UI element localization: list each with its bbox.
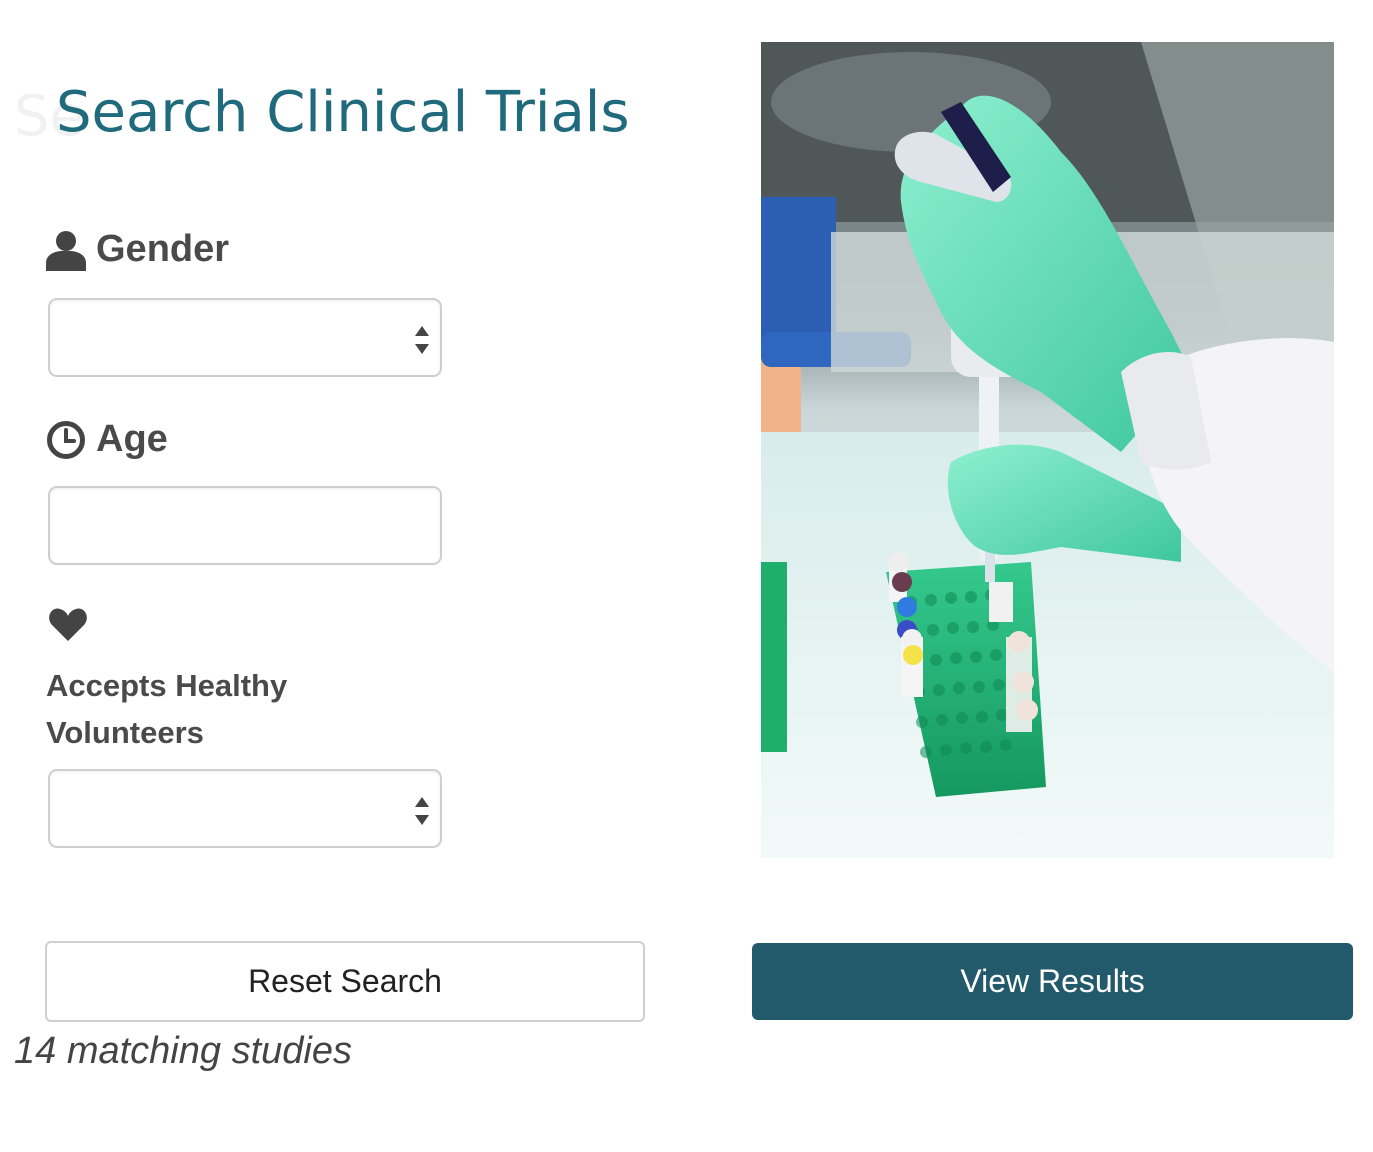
- heart-icon: [49, 608, 87, 641]
- age-input-field[interactable]: [50, 488, 440, 563]
- reset-search-button[interactable]: Reset Search: [45, 941, 645, 1022]
- person-icon: [46, 230, 86, 271]
- select-arrows-icon: [415, 326, 429, 354]
- age-input[interactable]: [48, 486, 442, 565]
- healthy-volunteers-label: Accepts Healthy Volunteers: [46, 668, 288, 750]
- age-label-text: Age: [96, 418, 168, 460]
- healthy-volunteers-select[interactable]: [48, 769, 442, 848]
- gender-label-text: Gender: [96, 228, 230, 270]
- select-arrows-icon: [415, 797, 429, 825]
- gender-label: Gender: [46, 228, 229, 271]
- lab-photo: [761, 42, 1334, 858]
- lab-photo-illustration: [761, 42, 1334, 858]
- clock-icon: [47, 420, 85, 459]
- view-results-button[interactable]: View Results: [752, 943, 1353, 1020]
- gender-select[interactable]: [48, 298, 442, 377]
- age-label: Age: [46, 418, 168, 461]
- result-count: 14 matching studies: [14, 1030, 352, 1072]
- page-title: Search Clinical Trials: [56, 80, 630, 145]
